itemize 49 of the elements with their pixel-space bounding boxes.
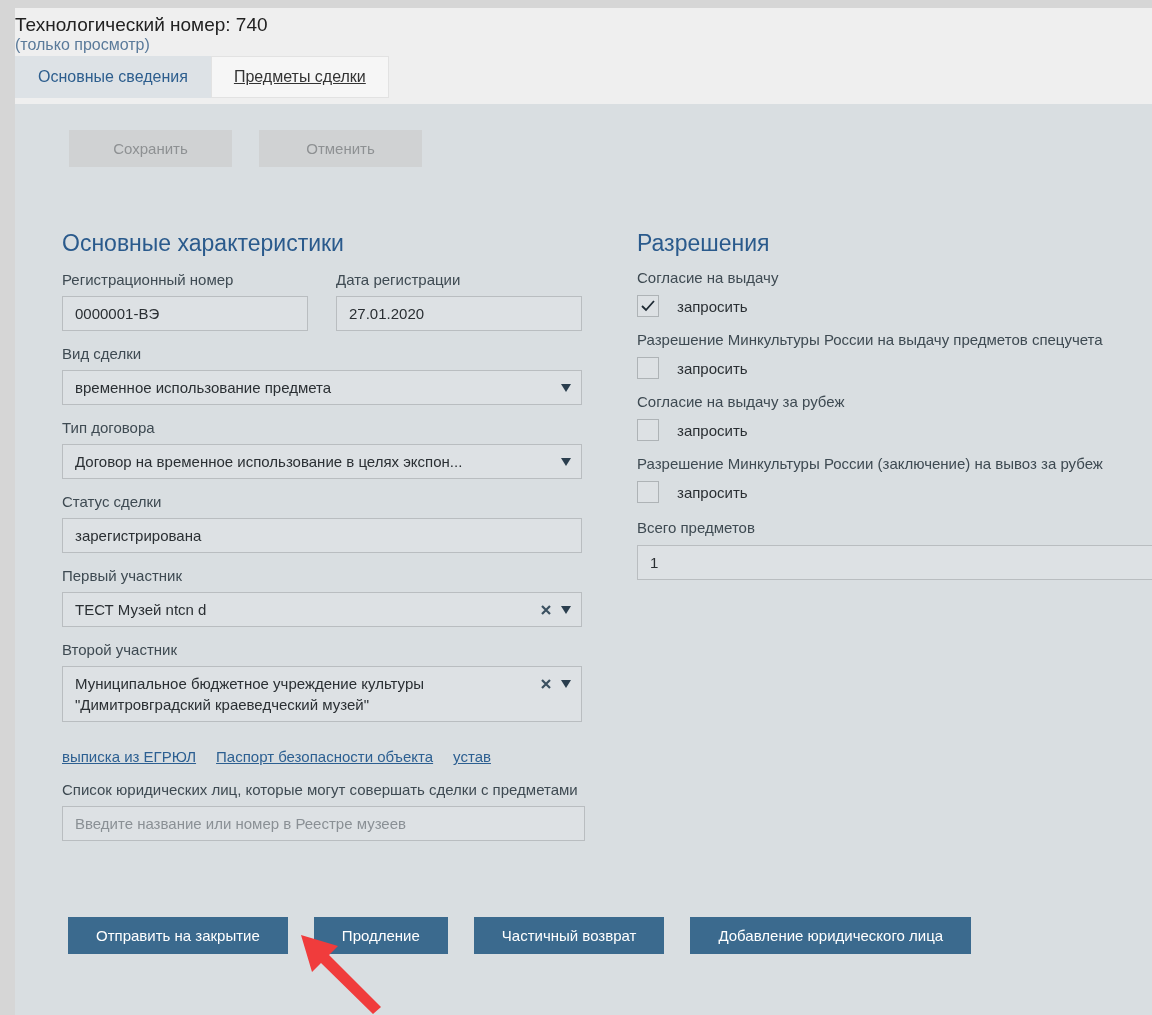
clear-icon[interactable]: [541, 604, 551, 615]
field-label: Второй участник: [62, 641, 179, 659]
dropdown-caret-icon[interactable]: [561, 457, 571, 466]
action-button[interactable]: Частичный возврат: [473, 917, 665, 954]
permission-label: Согласие на выдачу за рубеж: [637, 395, 846, 409]
checkbox-label: запросить: [677, 483, 748, 501]
action-button[interactable]: Отправить на закрытие: [68, 917, 288, 954]
checkbox-label: запросить: [677, 359, 748, 377]
select-field[interactable]: временное использование предмета: [62, 370, 582, 405]
field-label: Регистрационный номер: [62, 271, 235, 289]
tab[interactable]: Основные сведения: [15, 56, 211, 98]
document-link[interactable]: выписка из ЕГРЮЛ: [62, 746, 197, 767]
checkbox-label: запросить: [677, 297, 748, 315]
view-mode-note: (только просмотр): [15, 36, 151, 54]
permission-label: Разрешение Минкультуры России на выдачу предметов спецучета: [637, 333, 1104, 347]
field-label: Список юридических лиц, которые могут совершать сделки с предметами: [62, 783, 579, 797]
section-title: Разрешения: [637, 229, 771, 257]
checkbox-label: запросить: [677, 421, 748, 439]
field-label: Вид сделки: [62, 345, 143, 363]
action-button[interactable]: Продление: [313, 917, 448, 954]
document-link[interactable]: Паспорт безопасности объекта: [216, 746, 434, 767]
checkbox[interactable]: [637, 295, 659, 317]
clear-icon[interactable]: [541, 678, 551, 689]
text-field[interactable]: зарегистрирована: [62, 518, 582, 553]
field-label: Всего предметов: [637, 519, 756, 537]
text-field[interactable]: 1: [637, 545, 1152, 580]
section-title: Основные характеристики: [62, 229, 345, 257]
select-field[interactable]: ТЕСТ Музей ntcn d: [62, 592, 582, 627]
tab[interactable]: Предметы сделки: [210, 56, 389, 98]
select-field[interactable]: Муниципальное бюджетное учреждение культуры "Димитровградский краеведческий музей": [62, 666, 582, 722]
checkbox[interactable]: [637, 419, 659, 441]
field-label: Дата регистрации: [336, 271, 462, 289]
field-label: Статус сделки: [62, 493, 163, 511]
permission-label: Разрешение Минкультуры России (заключение) на вывоз за рубеж: [637, 457, 1104, 471]
text-field[interactable]: 27.01.2020: [336, 296, 582, 331]
field-label: Тип договора: [62, 419, 156, 437]
checkbox[interactable]: [637, 357, 659, 379]
dropdown-caret-icon[interactable]: [561, 679, 571, 688]
dropdown-caret-icon[interactable]: [561, 383, 571, 392]
action-button[interactable]: Добавление юридического лица: [690, 917, 972, 954]
text-field[interactable]: 0000001-ВЭ: [62, 296, 308, 331]
select-field[interactable]: Договор на временное использование в целях экспон...: [62, 444, 582, 479]
dropdown-caret-icon[interactable]: [561, 605, 571, 614]
permission-label: Согласие на выдачу: [637, 271, 780, 285]
page-title: Технологический номер: 740: [15, 14, 269, 36]
field-label: Первый участник: [62, 567, 183, 585]
checkbox[interactable]: [637, 481, 659, 503]
document-link[interactable]: устав: [453, 746, 491, 767]
check-icon: [641, 300, 655, 312]
